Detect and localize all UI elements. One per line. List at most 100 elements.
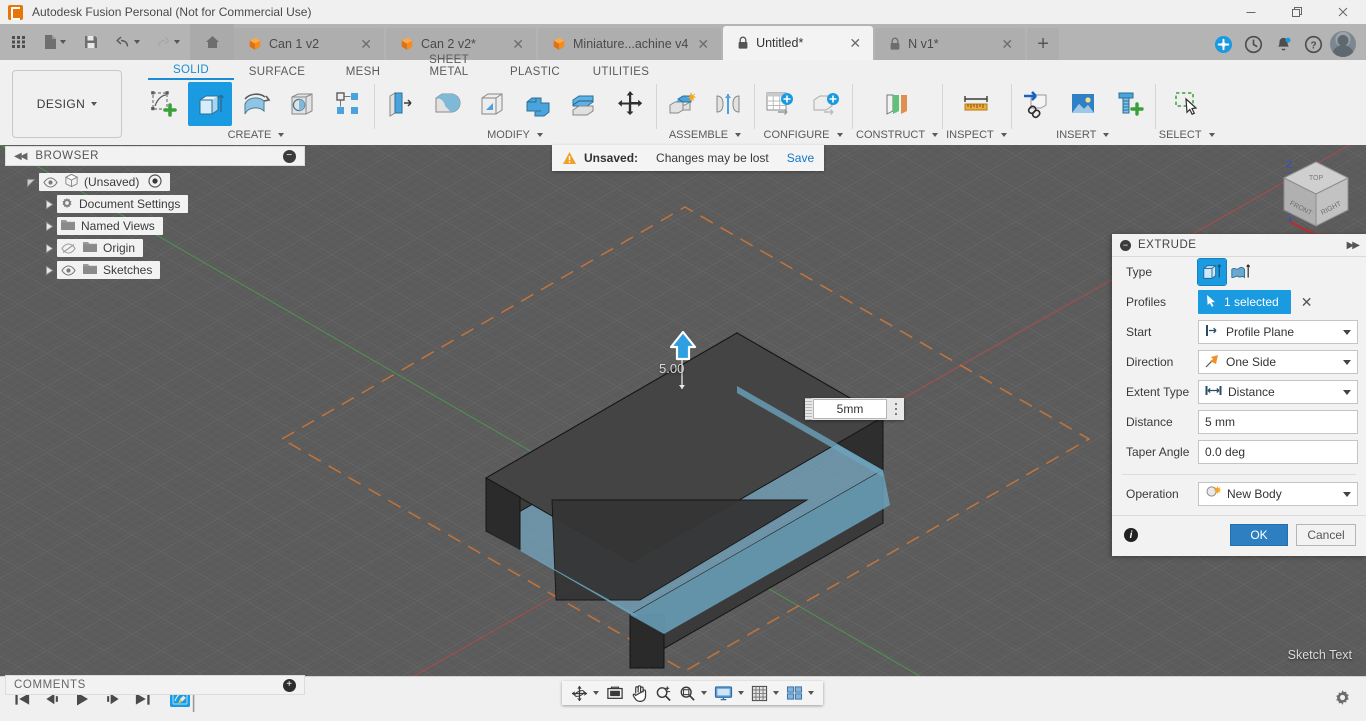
- extrude-taper-angle-input[interactable]: 0.0 deg: [1198, 440, 1358, 464]
- notifications-bell-icon[interactable]: [1270, 31, 1296, 57]
- offset-plane-button[interactable]: [875, 82, 919, 126]
- more-options-dots-icon[interactable]: [888, 398, 904, 420]
- ribbon-tab-mesh[interactable]: MESH: [320, 66, 406, 80]
- create-sketch-button[interactable]: [142, 82, 186, 126]
- undo-button[interactable]: [108, 27, 146, 57]
- ribbon-tab-sheet-metal[interactable]: SHEET METAL: [406, 54, 492, 80]
- display-settings-button[interactable]: [711, 682, 747, 704]
- close-icon[interactable]: [1320, 0, 1366, 24]
- plus-circle-icon[interactable]: +: [283, 679, 296, 692]
- clear-x-icon[interactable]: ✕: [1301, 294, 1313, 311]
- ribbon-group-label[interactable]: MODIFY: [487, 126, 543, 143]
- press-pull-button[interactable]: [378, 82, 422, 126]
- view-cube[interactable]: Z X TOP FRONT RIGHT: [1270, 148, 1362, 240]
- redo-button[interactable]: [148, 27, 186, 57]
- ribbon-group-label[interactable]: CREATE: [228, 126, 285, 143]
- minus-circle-icon[interactable]: −: [1120, 240, 1131, 251]
- orbit-button[interactable]: [568, 682, 602, 704]
- extrude-distance-canvas-input[interactable]: [813, 399, 887, 419]
- canvas-image-button[interactable]: [1061, 82, 1105, 126]
- configuration-table-button[interactable]: [758, 82, 802, 126]
- expand-right-icon[interactable]: ▶▶: [1347, 240, 1358, 251]
- new-component-button[interactable]: [660, 82, 704, 126]
- select-tool-button[interactable]: [1165, 82, 1209, 126]
- drag-grip-icon[interactable]: [805, 398, 812, 420]
- pattern-button[interactable]: [326, 82, 370, 126]
- triangle-right-icon[interactable]: [41, 200, 57, 209]
- triangle-right-icon[interactable]: [41, 244, 57, 253]
- combine-button[interactable]: [516, 82, 560, 126]
- close-icon[interactable]: ✕: [695, 37, 711, 51]
- eye-visible-icon[interactable]: [60, 265, 77, 276]
- document-tab-4[interactable]: N v1* ✕: [875, 28, 1025, 60]
- save-button[interactable]: [76, 27, 106, 57]
- ribbon-tab-solid[interactable]: SOLID: [148, 64, 234, 80]
- ribbon-group-label[interactable]: CONSTRUCT: [856, 126, 938, 143]
- triangle-right-icon[interactable]: [41, 266, 57, 275]
- browser-item-sketches[interactable]: Sketches: [5, 259, 305, 281]
- job-status-clock-icon[interactable]: [1240, 31, 1266, 57]
- radio-target-icon[interactable]: [148, 174, 162, 191]
- document-tab-3[interactable]: Untitled* ✕: [723, 26, 873, 60]
- extrude-direction-select[interactable]: One Side: [1198, 350, 1358, 374]
- extrude-button[interactable]: [188, 82, 232, 126]
- info-icon[interactable]: i: [1124, 528, 1138, 542]
- fit-button[interactable]: [676, 682, 710, 704]
- ribbon-group-label[interactable]: INSERT: [1056, 126, 1109, 143]
- workspace-switcher[interactable]: DESIGN: [12, 70, 122, 138]
- ok-button[interactable]: OK: [1230, 524, 1288, 546]
- extrude-value-input-group[interactable]: [805, 398, 904, 420]
- insert-mcmaster-button[interactable]: [1107, 82, 1151, 126]
- extrude-surface-type[interactable]: [1226, 259, 1254, 285]
- extrude-drag-arrow-icon[interactable]: [668, 331, 698, 451]
- triangle-down-icon[interactable]: [23, 178, 39, 187]
- app-grid-button[interactable]: [4, 27, 34, 57]
- document-tab-2[interactable]: Miniature...achine v4 ✕: [538, 28, 721, 60]
- extrude-profile-type[interactable]: [1198, 259, 1226, 285]
- new-file-button[interactable]: [36, 27, 74, 57]
- collapse-left-icon[interactable]: ◀◀: [14, 151, 25, 162]
- joint-button[interactable]: [706, 82, 750, 126]
- extrude-extent-type-select[interactable]: Distance: [1198, 380, 1358, 404]
- close-icon[interactable]: ✕: [358, 37, 374, 51]
- configure-feature-button[interactable]: [804, 82, 848, 126]
- triangle-right-icon[interactable]: [41, 222, 57, 231]
- revolve-button[interactable]: [234, 82, 278, 126]
- look-at-button[interactable]: [603, 682, 627, 704]
- ribbon-tab-surface[interactable]: SURFACE: [234, 66, 320, 80]
- pan-button[interactable]: [628, 682, 651, 704]
- zoom-button[interactable]: [652, 682, 675, 704]
- help-question-icon[interactable]: ?: [1300, 31, 1326, 57]
- banner-save-link[interactable]: Save: [787, 151, 814, 165]
- extrude-operation-select[interactable]: New Body: [1198, 482, 1358, 506]
- browser-item-document-settings[interactable]: Document Settings: [5, 193, 305, 215]
- split-face-button[interactable]: [562, 82, 606, 126]
- shell-button[interactable]: [470, 82, 514, 126]
- ribbon-tab-utilities[interactable]: UTILITIES: [578, 66, 664, 80]
- ribbon-group-label[interactable]: INSPECT: [946, 126, 1007, 143]
- ribbon-tab-plastic[interactable]: PLASTIC: [492, 66, 578, 80]
- ribbon-group-label[interactable]: ASSEMBLE: [669, 126, 741, 143]
- browser-item-origin[interactable]: Origin: [5, 237, 305, 259]
- close-icon[interactable]: ✕: [510, 37, 526, 51]
- home-button[interactable]: [190, 24, 234, 60]
- extrude-distance-input[interactable]: 5 mm: [1198, 410, 1358, 434]
- browser-item-named-views[interactable]: Named Views: [5, 215, 305, 237]
- move-copy-button[interactable]: [608, 82, 652, 126]
- comments-panel[interactable]: COMMENTS +: [5, 675, 305, 695]
- ribbon-group-label[interactable]: CONFIGURE: [764, 126, 843, 143]
- insert-derive-button[interactable]: [1015, 82, 1059, 126]
- extrude-profiles-selection[interactable]: 1 selected: [1198, 290, 1291, 314]
- restore-icon[interactable]: [1274, 0, 1320, 24]
- new-tab-button[interactable]: +: [1027, 28, 1059, 60]
- viewports-button[interactable]: [783, 682, 817, 704]
- close-icon[interactable]: ✕: [999, 37, 1015, 51]
- extension-manager-icon[interactable]: [1210, 31, 1236, 57]
- ribbon-group-label[interactable]: SELECT: [1159, 126, 1215, 143]
- browser-item-unsaved[interactable]: (Unsaved): [5, 171, 305, 193]
- minimize-icon[interactable]: [1228, 0, 1274, 24]
- sweep-button[interactable]: [280, 82, 324, 126]
- user-avatar[interactable]: [1330, 31, 1356, 57]
- eye-visible-icon[interactable]: [42, 177, 59, 188]
- close-icon[interactable]: ✕: [847, 36, 863, 50]
